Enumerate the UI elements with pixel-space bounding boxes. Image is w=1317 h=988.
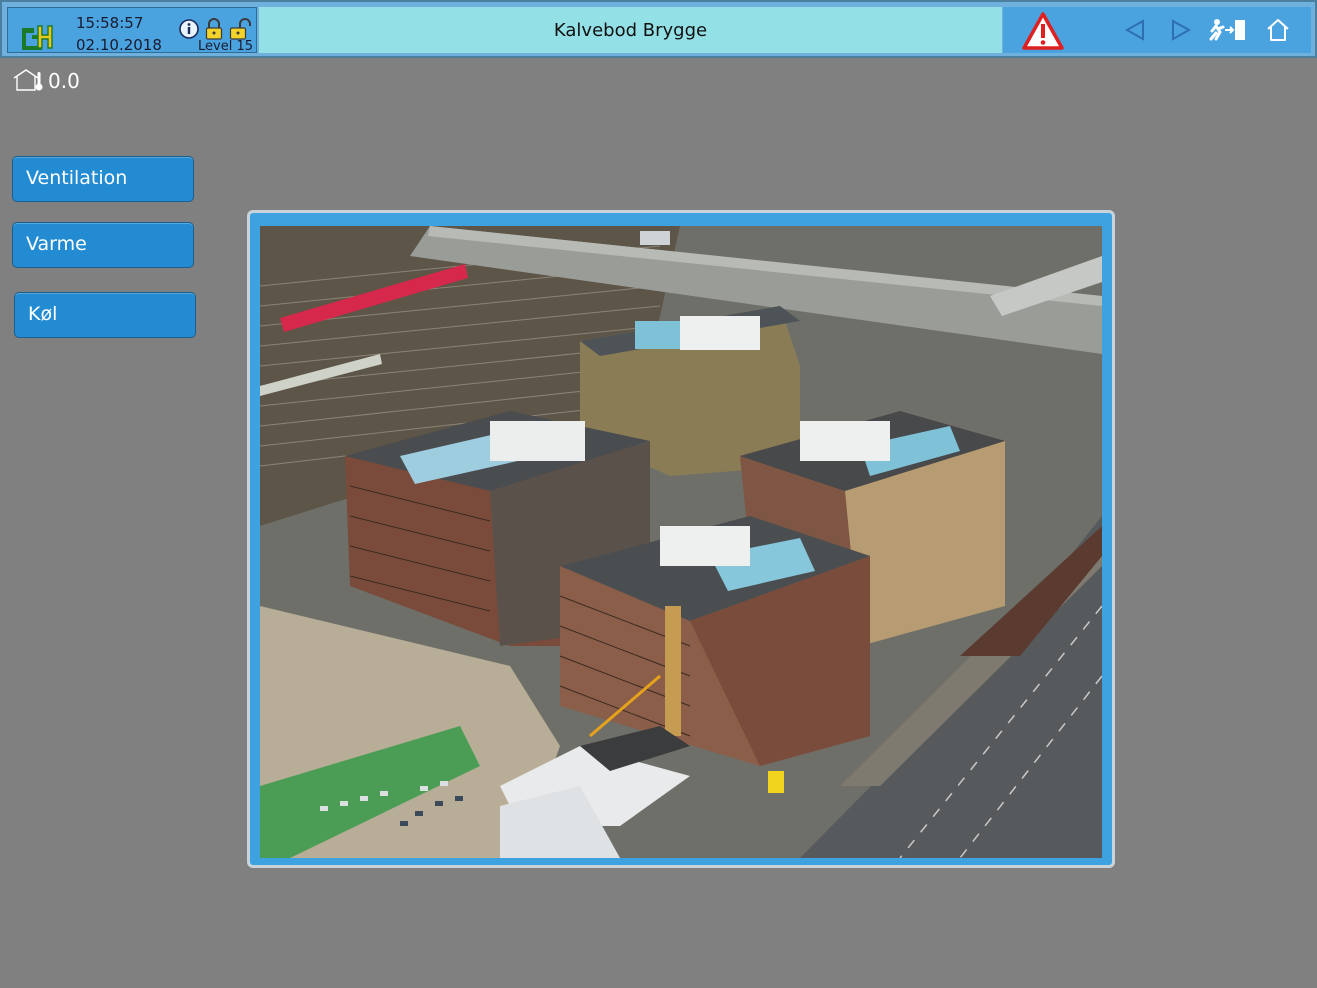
temperature-value: 0.0 — [48, 69, 80, 93]
building-aerial-photo — [260, 226, 1102, 858]
top-bar: 15:58:57 02.10.2018 Level 15 Kalvebod Br… — [0, 0, 1317, 58]
clock-date: 02.10.2018 — [76, 36, 162, 54]
outdoor-temperature: 0.0 — [12, 68, 80, 92]
thermometer-icon — [35, 72, 43, 91]
ventilation-button[interactable]: Ventilation — [12, 156, 194, 202]
gh-logo-icon — [22, 25, 53, 50]
alarm-warning-icon[interactable] — [1021, 11, 1065, 51]
nav-panel — [1003, 7, 1311, 53]
forward-arrow-icon[interactable] — [1169, 18, 1193, 42]
info-icon[interactable] — [178, 17, 200, 41]
home-icon[interactable] — [1265, 17, 1291, 43]
page-title: Kalvebod Brygge — [553, 19, 708, 41]
ventilation-button-label: Ventilation — [26, 167, 128, 189]
building-photo-frame — [247, 210, 1115, 868]
access-level: Level 15 — [198, 39, 253, 54]
kol-button-label: Køl — [28, 303, 58, 325]
clock-time: 15:58:57 — [76, 14, 144, 32]
unlock-icon[interactable] — [229, 17, 251, 41]
varme-button-label: Varme — [26, 233, 87, 255]
kol-button[interactable]: Køl — [14, 292, 196, 338]
back-arrow-icon[interactable] — [1123, 18, 1147, 42]
lock-icon[interactable] — [203, 17, 225, 41]
varme-button[interactable]: Varme — [12, 222, 194, 268]
status-panel: 15:58:57 02.10.2018 Level 15 — [7, 7, 257, 54]
exit-icon[interactable] — [1208, 17, 1248, 43]
page-title-band: Kalvebod Brygge — [259, 7, 1002, 53]
